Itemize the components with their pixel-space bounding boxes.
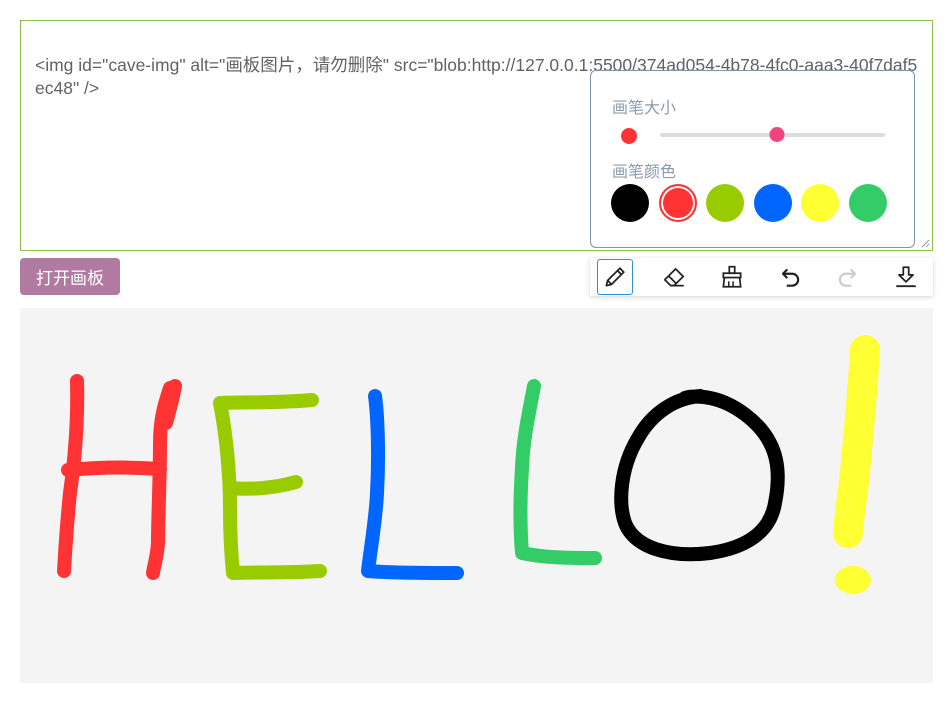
pencil-icon [605,267,625,287]
redo-tool-button[interactable] [830,259,866,295]
pen-tool-button[interactable] [597,259,633,295]
letter-h-strokes [57,374,182,580]
letter-exclaim-dot [835,566,871,594]
color-swatch-green[interactable] [848,184,887,222]
pen-size-slider-thumb[interactable] [769,127,785,142]
clear-tool-button[interactable] [714,259,750,295]
redo-icon [838,268,857,287]
undo-icon [781,268,800,287]
pen-settings-popover: 画笔大小 画笔颜色 [590,70,915,248]
undo-tool-button[interactable] [772,259,808,295]
eraser-icon [663,268,685,287]
drawing-canvas[interactable] [20,308,933,683]
pen-color-label: 画笔颜色 [612,164,677,181]
color-swatch-black[interactable] [611,184,649,222]
color-swatch-yellow[interactable] [801,184,839,222]
letter-l2-strokes [513,379,602,565]
color-swatch-red[interactable] [658,184,697,222]
letter-o-strokes [614,389,785,562]
pen-size-slider[interactable] [660,127,885,142]
drawing-strokes [57,335,880,594]
pen-size-label: 画笔大小 [612,100,677,117]
letter-exclaim-bar [833,335,880,548]
broom-icon [722,265,742,288]
open-board-button[interactable]: 打开画板 [20,258,120,295]
download-tool-button[interactable] [888,259,924,295]
letter-e-strokes [213,393,327,580]
letter-l1-strokes [361,389,464,580]
resize-grip-icon[interactable] [920,238,930,248]
drawing-toolbar [590,258,933,296]
download-icon [896,266,916,288]
color-swatch-yellow-green[interactable] [706,184,744,222]
eraser-tool-button[interactable] [656,259,692,295]
pen-size-preview-dot [621,128,637,144]
color-swatch-blue[interactable] [753,184,792,222]
